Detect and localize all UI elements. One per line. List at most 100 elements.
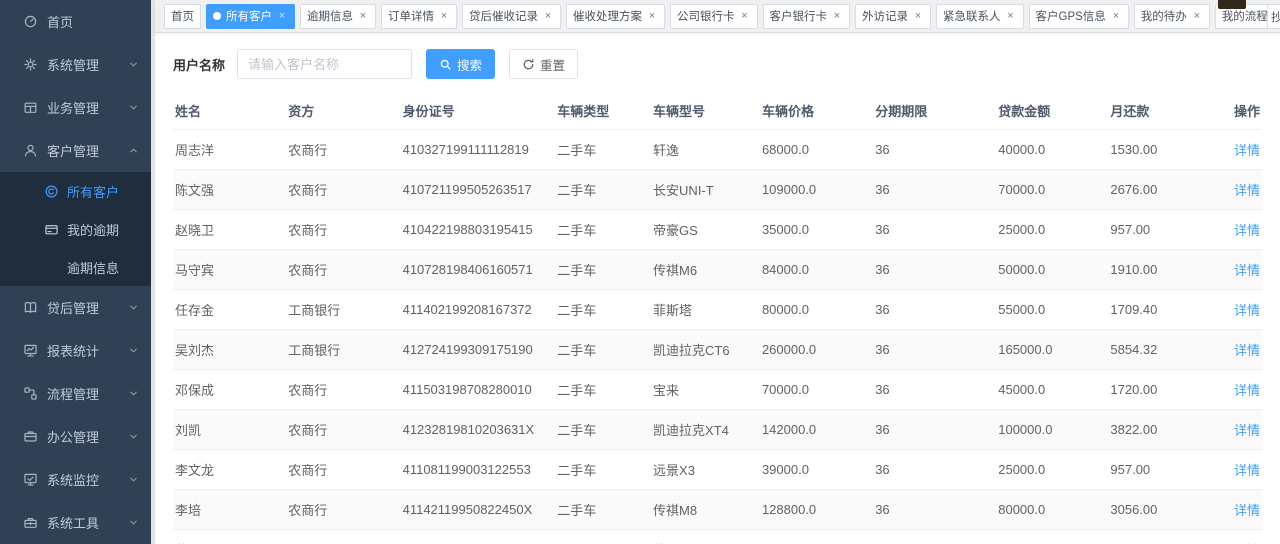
reset-button[interactable]: 重置 [509,49,578,79]
detail-link[interactable]: 详情 [1234,183,1260,198]
tab-clipped-tab[interactable]: 抄 [1267,4,1280,29]
sidebar-item-post-loan-mgmt[interactable]: 贷后管理 [0,286,151,329]
detail-link[interactable]: 详情 [1234,303,1260,318]
cell-monthly-payment: 957.00 [1108,210,1214,250]
cell-loan-amount: 70000.0 [996,170,1108,210]
close-icon[interactable]: × [276,10,288,22]
user-icon [22,143,38,159]
sidebar-item-label: 逾期信息 [67,258,119,277]
cell-funder: 工商银行 [286,290,400,330]
detail-link[interactable]: 详情 [1234,463,1260,478]
customer-name-input[interactable] [237,49,412,79]
tab-all-customers[interactable]: 所有客户× [206,4,295,29]
cell-vehicle-model: 轩逸 [651,130,760,170]
close-icon[interactable]: × [1005,10,1017,22]
cell-name: 李培 [173,490,286,530]
sidebar-item-system-mgmt[interactable]: 系统管理 [0,43,151,86]
cell-id-number: 410728198406160571 [401,250,556,290]
close-icon[interactable]: × [739,10,751,22]
table-row: 邓保成农商行411503198708280010二手车宝来70000.03645… [173,370,1262,410]
tab-bar: 首页所有客户×逾期信息×订单详情×贷后催收记录×催收处理方案×公司银行卡×客户银… [155,0,1280,33]
tab-emergency-contacts[interactable]: 紧急联系人 × [936,4,1024,29]
sidebar-item-my-overdue[interactable]: 我的逾期 [0,210,151,248]
cell-name: 任存金 [173,290,286,330]
cell-id-number: 411402199208167372 [401,290,556,330]
search-button[interactable]: 搜索 [426,49,495,79]
tab-label: 订单详情 [388,8,434,24]
cell-actions: 详情 [1214,490,1262,530]
chevron-down-icon [128,388,139,399]
sidebar-item-system-monitor[interactable]: 系统监控 [0,458,151,501]
sidebar-item-home[interactable]: 首页 [0,0,151,43]
sidebar-item-label: 流程管理 [47,384,99,403]
sidebar-item-label: 首页 [47,12,73,31]
column-header-loan-amount: 贷款金额 [996,93,1108,130]
cell-loan-amount: 165000.0 [996,330,1108,370]
tab-company-bank-card[interactable]: 公司银行卡 × [670,4,758,29]
table-row: 吴刘杰工商银行412724199309175190二手车凯迪拉克CT626000… [173,330,1262,370]
close-icon[interactable]: × [646,10,658,22]
detail-link[interactable]: 详情 [1234,383,1260,398]
close-icon[interactable]: × [357,10,369,22]
cell-monthly-payment: 3056.00 [1108,490,1214,530]
sidebar-item-overdue-info[interactable]: 逾期信息 [0,248,151,286]
main-area: 首页所有客户×逾期信息×订单详情×贷后催收记录×催收处理方案×公司银行卡×客户银… [155,0,1280,544]
cell-funder: 农商行 [286,210,400,250]
cell-vehicle-model: 宝来 [651,370,760,410]
tab-label: 公司银行卡 [677,8,735,24]
close-icon[interactable]: × [542,10,554,22]
tab-customer-bank-card[interactable]: 客户银行卡× [763,4,851,29]
tab-my-todo[interactable]: 我的待办× [1134,4,1210,29]
sidebar-item-label: 系统管理 [47,55,99,74]
chevron-down-icon [128,302,139,313]
cell-vehicle-model: 传祺M6 [651,250,760,290]
submenu-customer-mgmt: 所有客户我的逾期逾期信息 [0,172,151,286]
cell-vehicle-price: 68000.0 [760,130,873,170]
detail-link[interactable]: 详情 [1234,143,1260,158]
cell-funder: 工商银行 [286,330,400,370]
cell-vehicle-type: 二手车 [555,410,651,450]
cell-vehicle-price: 260000.0 [760,330,873,370]
sidebar-item-all-customers[interactable]: 所有客户 [0,172,151,210]
cell-name: 周志洋 [173,130,286,170]
cell-name: 邓保成 [173,370,286,410]
sidebar-item-business-mgmt[interactable]: 业务管理 [0,86,151,129]
detail-link[interactable]: 详情 [1234,263,1260,278]
table-row: 任存金工商银行411402199208167372二手车菲斯塔80000.036… [173,290,1262,330]
cell-installment-periods: 36 [873,210,996,250]
cell-loan-amount: 45000.0 [996,370,1108,410]
active-tab-dot [213,12,221,20]
sidebar-item-report-stats[interactable]: 报表统计 [0,329,151,372]
table-row: 马守宾农商行410728198406160571二手车传祺M684000.036… [173,250,1262,290]
cell-installment-periods: 36 [873,490,996,530]
close-icon[interactable]: × [438,10,450,22]
cell-vehicle-model: 帝豪GS [651,210,760,250]
cell-loan-amount: 40000.0 [996,130,1108,170]
tab-customer-gps-info[interactable]: 客户GPS信息× [1029,4,1129,29]
tab-order-detail[interactable]: 订单详情 × [381,4,457,29]
detail-link[interactable]: 详情 [1234,503,1260,518]
tab-collection-plan[interactable]: 催收处理方案× [566,4,665,29]
sidebar-item-office-mgmt[interactable]: 办公管理 [0,415,151,458]
tab-overdue-info[interactable]: 逾期信息× [300,4,376,29]
cell-actions: 详情 [1214,330,1262,370]
tab-post-loan-collection-records[interactable]: 贷后催收记录× [462,4,561,29]
detail-link[interactable]: 详情 [1234,343,1260,358]
cell-id-number: 410721199505263517 [401,170,556,210]
tab-label: 紧急联系人 [943,8,1001,24]
close-icon[interactable]: × [1110,10,1122,22]
close-icon[interactable]: × [831,10,843,22]
sidebar-item-customer-mgmt[interactable]: 客户管理 [0,129,151,172]
tab-visit-records[interactable]: 外访记录× [855,4,931,29]
detail-link[interactable]: 详情 [1234,223,1260,238]
close-icon[interactable]: × [1191,10,1203,22]
detail-link[interactable]: 详情 [1234,423,1260,438]
dashboard-icon [22,14,38,30]
close-icon[interactable]: × [912,10,924,22]
tab-home[interactable]: 首页 [164,4,201,29]
cell-monthly-payment: 5854.32 [1108,330,1214,370]
cell-vehicle-type: 二手车 [555,370,651,410]
sidebar-item-system-tools[interactable]: 系统工具 [0,501,151,544]
avatar[interactable] [1218,0,1246,9]
sidebar-item-process-mgmt[interactable]: 流程管理 [0,372,151,415]
